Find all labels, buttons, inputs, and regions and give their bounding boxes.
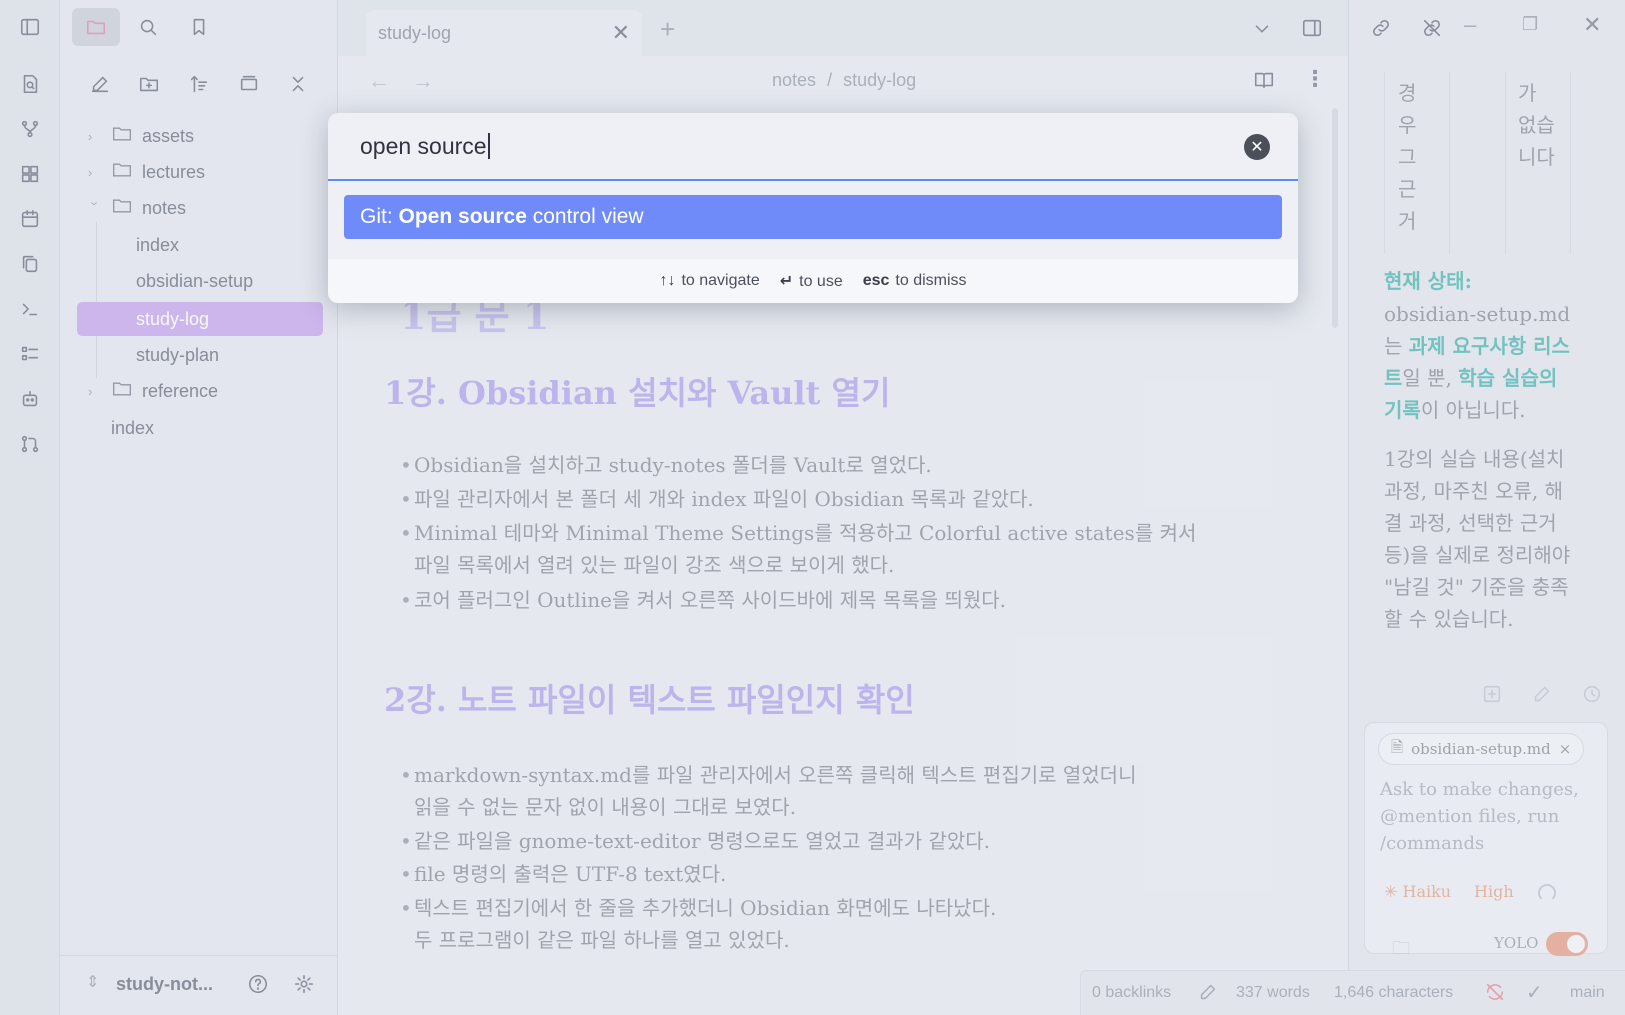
suggestion-item[interactable]: Git: Open source control view xyxy=(344,195,1282,239)
command-search-input[interactable]: open source xyxy=(328,113,1298,181)
palette-hints: ↑↓ to navigate ↵ to use esc to dismiss xyxy=(328,259,1298,303)
clear-search-icon[interactable]: ✕ xyxy=(1244,134,1270,160)
hint-dismiss: esc to dismiss xyxy=(862,272,967,289)
hint-navigate: ↑↓ to navigate xyxy=(659,272,760,289)
hint-use: ↵ to use xyxy=(779,273,843,290)
command-palette: open source ✕ Git: Open source control v… xyxy=(328,113,1298,303)
text-caret xyxy=(487,133,490,159)
